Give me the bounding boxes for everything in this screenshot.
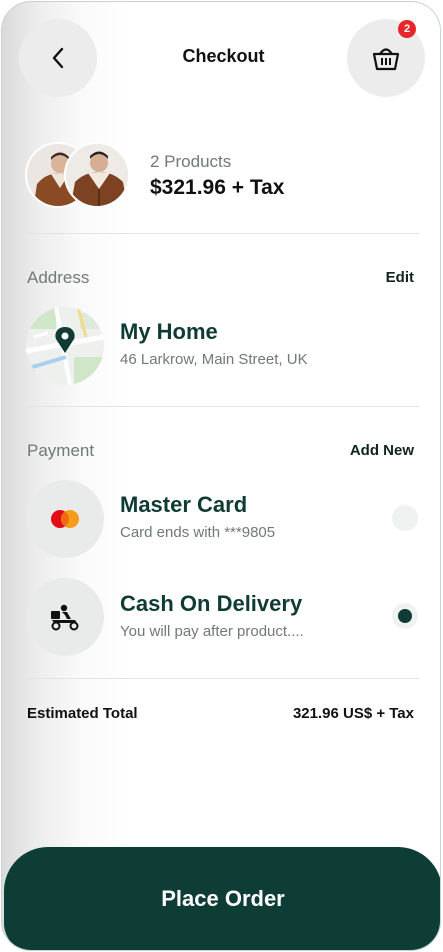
mastercard-icon [51, 510, 79, 528]
products-count: 2 Products [150, 152, 232, 171]
address-name: My Home [120, 319, 218, 344]
delivery-scooter-icon [51, 604, 79, 631]
products-price: $321.96 + Tax [150, 176, 285, 199]
cart-count-badge: 2 [398, 20, 416, 38]
payment-method-title: Cash On Delivery [120, 591, 303, 616]
estimated-total-value: 321.96 US$ + Tax [292, 705, 414, 722]
edit-address-button[interactable]: Edit [386, 269, 414, 286]
radio-selected-dot [398, 609, 412, 623]
add-payment-button[interactable]: Add New [350, 442, 414, 459]
divider [26, 678, 419, 679]
payment-method-subtitle: You will pay after product.... [120, 623, 304, 640]
payment-radio-cod[interactable] [392, 603, 418, 629]
basket-icon [372, 48, 400, 71]
map-thumbnail [26, 307, 104, 385]
payment-option-cod[interactable] [26, 578, 104, 656]
payment-radio-mastercard[interactable] [392, 505, 418, 531]
place-order-label: Place Order [161, 886, 285, 911]
payment-section-label: Payment [27, 441, 95, 460]
product-thumbnail[interactable] [64, 142, 130, 208]
address-detail: 46 Larkrow, Main Street, UK [120, 351, 308, 368]
payment-option-mastercard[interactable] [26, 480, 104, 558]
payment-method-title: Master Card [120, 492, 248, 517]
checkout-screen: Checkout 2 2 Products $321.96 + Tax Addr… [1, 1, 441, 951]
estimated-total-label: Estimated Total [27, 705, 138, 722]
place-order-button[interactable]: Place Order [4, 847, 440, 950]
payment-method-subtitle: Card ends with ***9805 [120, 524, 276, 541]
address-section-label: Address [27, 268, 90, 287]
divider [26, 233, 419, 234]
divider [26, 406, 419, 407]
